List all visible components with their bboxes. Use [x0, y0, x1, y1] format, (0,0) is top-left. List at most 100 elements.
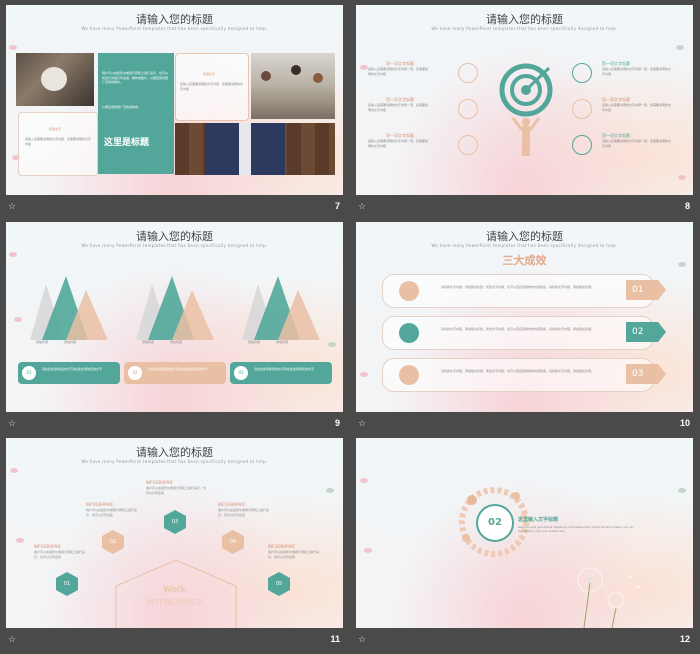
info-text: 请在此处添加您的文字请在此处添加您的文字	[254, 367, 315, 371]
slide-subtitle: We have many PowerPoint templates that h…	[431, 26, 618, 31]
slide-title: 请输入您的标题	[136, 230, 213, 243]
card-heading: 标题文字	[49, 127, 62, 131]
star-icon[interactable]: ☆	[8, 420, 17, 429]
slide-footer: ☆ 9	[6, 412, 343, 438]
section-heading: 三大成效	[502, 254, 547, 267]
slide-number: 8	[684, 201, 690, 211]
slide-canvas: 请输入您的标题 We have many PowerPoint template…	[6, 5, 343, 195]
hex-badge: 04	[222, 530, 244, 554]
item-text: 您输入您需要说明的文字内容一项，您需要说明的文字内容	[602, 103, 672, 112]
item-text: 用户可以在投影仪或者计算机上进行演示，也可以打印出来	[34, 550, 86, 559]
person-head	[291, 65, 301, 75]
slide-title: 请输入您的标题	[136, 13, 213, 26]
slide-canvas: 请输入您的标题 We have many PowerPoint template…	[356, 222, 693, 412]
star-icon[interactable]: ☆	[358, 420, 367, 429]
person-head	[313, 73, 323, 83]
user-icon	[572, 135, 592, 155]
section-heading: 这里输入文字标题	[518, 517, 559, 523]
triangle-chart	[242, 276, 320, 340]
triangle-chart	[136, 276, 214, 340]
info-bar: 02 请在此处添加您的文字请在此处添加您的文字	[124, 362, 226, 384]
slide-thumbnail-7[interactable]: 请输入您的标题 We have many PowerPoint template…	[6, 5, 343, 221]
petal-decoration	[678, 175, 686, 180]
number-tag: 01	[626, 280, 666, 300]
petal-decoration	[9, 252, 17, 257]
item-text: 用户可以在投影仪或者计算机上进行演示，也可以打印出来	[86, 508, 138, 517]
info-bar: 03 请在此处添加您的文字请在此处添加您的文字	[230, 362, 332, 384]
slide-title: 请输入您的标题	[136, 446, 213, 459]
petal-decoration	[10, 468, 18, 473]
leaf-decoration	[678, 262, 686, 267]
slide-subtitle: We have many PowerPoint templates that h…	[431, 243, 618, 248]
slide-footer: ☆ 7	[6, 195, 343, 221]
badge: 02	[128, 366, 142, 380]
slide-canvas: 请输入您的标题 We have many PowerPoint template…	[356, 5, 693, 195]
badge: 01	[22, 366, 36, 380]
star-icon[interactable]: ☆	[358, 203, 367, 212]
card-text: 您输入您需要说明的文字内容，您需要说明的文字内容	[25, 137, 92, 146]
item-text: 您输入您需要说明的文字内容一项，您需要说明的文字内容	[602, 139, 672, 148]
hand-coins-icon	[399, 365, 419, 385]
star-icon[interactable]: ☆	[8, 636, 17, 645]
slide-thumbnail-10[interactable]: 请输入您的标题 We have many PowerPoint template…	[356, 222, 693, 438]
star-icon[interactable]: ☆	[358, 636, 367, 645]
info-text: 请在此处添加您的文字请在此处添加您的文字	[148, 367, 209, 371]
slide-canvas: 请输入您的标题 We have many PowerPoint template…	[6, 438, 343, 628]
slide-number: 11	[330, 634, 340, 644]
item-text: 您输入您需要说明的文字内容一项，您需要说明的文字内容	[368, 103, 429, 112]
slide-canvas: 请输入您的标题 We have many PowerPoint template…	[6, 222, 343, 412]
slide-title: 请输入您的标题	[486, 230, 563, 243]
target-archer-icon	[499, 63, 553, 156]
item-text: 您输入您需要说明的文字内容一项，您需要说明的文字内容	[368, 67, 429, 76]
info-text: 请在此处添加您的文字请在此处添加您的文字	[42, 367, 103, 371]
slide-thumbnail-8[interactable]: 请输入您的标题 We have many PowerPoint template…	[356, 5, 693, 221]
info-bar: 01 请在此处添加您的文字请在此处添加您的文字	[18, 362, 120, 384]
gear-hand-icon	[399, 281, 419, 301]
pen-icon	[458, 135, 478, 155]
leaf-decoration	[678, 488, 686, 493]
petal-decoration	[16, 538, 24, 543]
result-row: 请替换文字内容，添加相关标题，修改文字内容，也可以直接复制你的内容到此。请替换文…	[382, 274, 654, 308]
meeting-photo	[16, 53, 94, 106]
slide-footer: ☆ 11	[6, 628, 343, 654]
star-icon[interactable]: ☆	[8, 203, 17, 212]
shirt-shape	[239, 123, 251, 175]
slide-thumbnail-9[interactable]: 请输入您的标题 We have many PowerPoint template…	[6, 222, 343, 438]
hex-badge: 03	[164, 510, 186, 534]
person-head	[261, 71, 271, 81]
presentation-icon	[399, 323, 419, 343]
item-text: 用户可以在投影仪或者计算机上进行演示，也可以打印出来	[218, 508, 270, 517]
row-text: 请替换文字内容，添加相关标题，修改文字内容，也可以直接复制你的内容到此。请替换文…	[441, 327, 595, 331]
businessman-photo	[175, 123, 335, 175]
petal-decoration	[9, 45, 17, 50]
petal-decoration	[360, 478, 368, 483]
search-icon	[458, 99, 478, 119]
row-text: 请替换文字内容，添加相关标题，修改文字内容，也可以直接复制你的内容到此。请替换文…	[441, 369, 595, 373]
teal-panel: 用户可以在投影仪或者计算机上进行演示，也可以将演示文稿打印出来，制作成胶片，以便…	[98, 53, 174, 174]
hex-badge: 02	[102, 530, 124, 554]
leaf-decoration	[326, 488, 334, 493]
slide-footer: ☆ 8	[356, 195, 693, 221]
compass-icon	[572, 63, 592, 83]
dandelion-decoration	[577, 567, 641, 628]
item-heading: INFOGRAPHIC	[268, 544, 296, 549]
teal-text-2: 以便应用到更广泛的领域中。	[102, 105, 142, 109]
triangle-chart	[30, 276, 108, 340]
text-card: 标题文字 您输入您需要说明的文字内容，您需要说明的文字内容	[175, 53, 249, 121]
target-icon	[572, 99, 592, 119]
slide-number: 7	[334, 201, 340, 211]
slide-title: 请输入您的标题	[486, 13, 563, 26]
slide-thumbnail-11[interactable]: 请输入您的标题 We have many PowerPoint template…	[6, 438, 343, 654]
badge: 03	[234, 366, 248, 380]
petal-decoration	[360, 372, 368, 377]
item-text: 您输入您需要说明的文字内容一项，您需要说明的文字内容	[368, 139, 429, 148]
slide-thumbnail-12[interactable]: 02 这里输入文字标题 Generous and good things hap…	[356, 438, 693, 654]
chart-label: 添加标题	[36, 340, 49, 344]
item-heading: INFOGRAPHIC	[146, 480, 174, 485]
petal-decoration	[364, 548, 372, 553]
item-text: 用户可以在投影仪或者计算机上进行演示，也可以打印出来	[146, 486, 207, 495]
slide-number: 10	[679, 418, 690, 428]
chart-label: 添加标题	[142, 340, 155, 344]
slide-number: 12	[679, 634, 690, 644]
leaf-decoration	[676, 45, 684, 50]
